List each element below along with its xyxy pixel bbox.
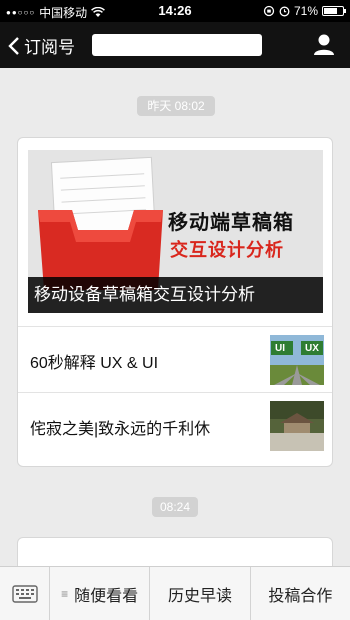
timestamp-chip: 昨天 08:02 bbox=[137, 96, 215, 116]
cover-caption: 移动设备草稿箱交互设计分析 bbox=[28, 277, 323, 313]
wabi-sabi-thumbnail bbox=[270, 401, 324, 451]
menu-random[interactable]: ≡ 随便看看 bbox=[50, 567, 151, 620]
cover-article[interactable]: 移动端草稿箱 交互设计分析 移动设备草稿箱交互设计分析 bbox=[28, 150, 323, 313]
article-card: 移动端草稿箱 交互设计分析 移动设备草稿箱交互设计分析 60秒解释 UX & U… bbox=[17, 137, 333, 467]
battery-percent: 71% bbox=[293, 4, 318, 18]
menu-label: 历史早读 bbox=[167, 587, 232, 605]
menu-label: 随便看看 bbox=[74, 587, 139, 605]
ux-ui-thumbnail: UI UX bbox=[270, 335, 324, 385]
list-item[interactable]: 60秒解释 UX & UI UI UX bbox=[18, 326, 332, 392]
chevron-left-icon bbox=[8, 36, 19, 55]
back-label: 订阅号 bbox=[24, 38, 75, 57]
menu-history[interactable]: 历史早读 bbox=[150, 567, 251, 620]
orientation-lock-icon bbox=[263, 5, 275, 17]
back-button[interactable]: 订阅号 bbox=[8, 33, 75, 58]
article-title: 60秒解释 UX & UI bbox=[30, 355, 159, 372]
status-bar: ●●○○○ 中国移动 14:26 71% bbox=[0, 0, 350, 22]
cover-image-title: 移动端草稿箱 bbox=[168, 212, 294, 234]
menu-submit[interactable]: 投稿合作 bbox=[251, 567, 350, 620]
article-title: 侘寂之美|致永远的千利休 bbox=[30, 421, 211, 438]
thumb-ux-label: UX bbox=[305, 343, 319, 354]
menu-label: 投稿合作 bbox=[268, 587, 333, 605]
bottom-menu: ≡ 随便看看 历史早读 投稿合作 bbox=[0, 566, 350, 620]
timestamp-chip: 08:24 bbox=[152, 497, 198, 517]
nav-bar: 订阅号 bbox=[0, 22, 350, 68]
alarm-icon bbox=[279, 6, 290, 17]
thumb-ui-label: UI bbox=[275, 343, 285, 354]
keyboard-toggle[interactable] bbox=[0, 567, 50, 620]
cover-image-subtitle: 交互设计分析 bbox=[170, 240, 284, 260]
profile-icon[interactable] bbox=[312, 32, 336, 56]
list-item[interactable]: 侘寂之美|致永远的千利休 bbox=[18, 392, 332, 458]
submenu-icon: ≡ bbox=[61, 586, 69, 601]
battery-level bbox=[324, 8, 337, 14]
keyboard-icon bbox=[11, 584, 38, 603]
battery-icon bbox=[322, 6, 346, 16]
redacted-account-name bbox=[92, 34, 262, 56]
